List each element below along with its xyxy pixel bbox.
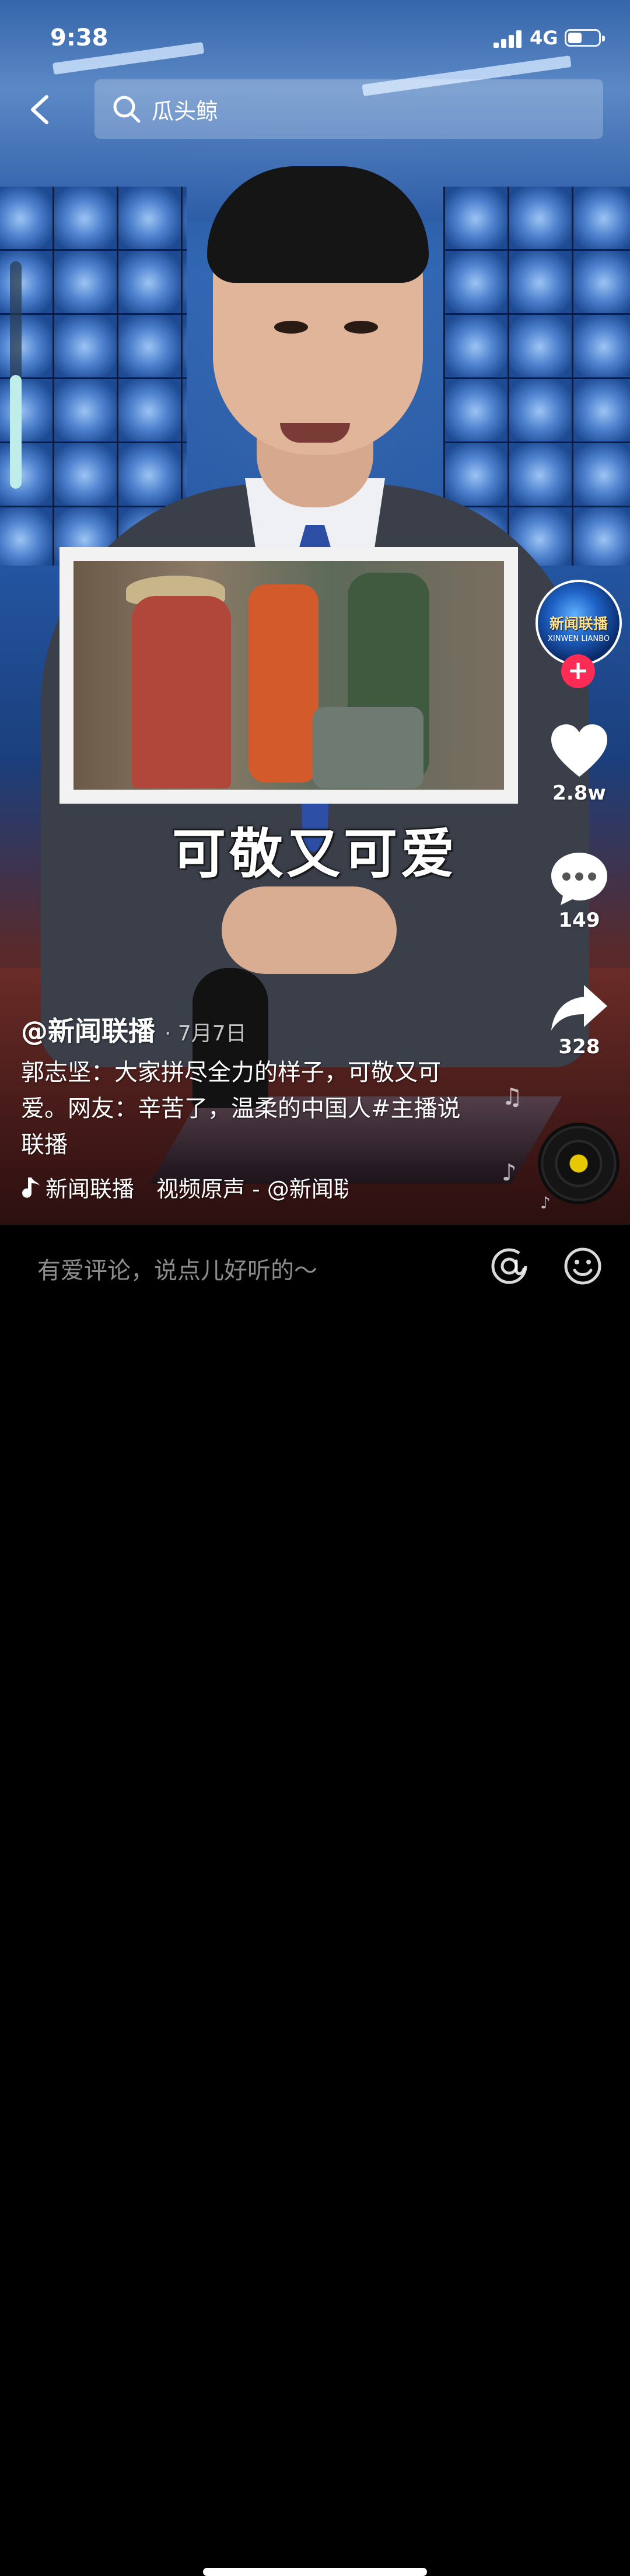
anchor-hands bbox=[222, 886, 397, 974]
avatar-logo-text: 新闻联播 bbox=[549, 615, 608, 632]
studio-screens-left bbox=[0, 187, 187, 566]
music-note-icon bbox=[21, 1176, 46, 1204]
battery-level bbox=[568, 33, 582, 43]
video-caption: 可敬又可爱 bbox=[172, 823, 458, 885]
comment-button[interactable]: 149 bbox=[541, 850, 617, 932]
author-avatar[interactable]: 新闻联播 XINWEN LIANBO bbox=[536, 580, 622, 666]
brightness-slider[interactable] bbox=[10, 261, 22, 489]
share-icon bbox=[551, 985, 607, 1031]
search-bar[interactable]: 瓜头鲸 bbox=[94, 79, 603, 139]
slider-fill bbox=[10, 375, 22, 489]
avatar-logo-subtext: XINWEN LIANBO bbox=[547, 635, 610, 643]
post-date: · 7月7日 bbox=[164, 1022, 247, 1046]
search-query: 瓜头鲸 bbox=[152, 99, 219, 124]
music-text: 新闻联播 视频原声 - @新闻联播 bbox=[46, 1176, 348, 1202]
at-icon[interactable] bbox=[489, 1246, 530, 1287]
music-disc[interactable] bbox=[538, 1123, 620, 1204]
like-count: 2.8w bbox=[552, 781, 606, 805]
back-button[interactable] bbox=[24, 92, 57, 127]
home-indicator[interactable] bbox=[203, 2568, 427, 2576]
follow-button[interactable]: + bbox=[561, 654, 595, 688]
network-type: 4G bbox=[530, 27, 558, 49]
music-info[interactable]: 新闻联播 视频原声 - @新闻联播 bbox=[21, 1171, 348, 1204]
battery-icon bbox=[565, 29, 605, 47]
anchor-eye bbox=[274, 321, 308, 334]
signal-icon bbox=[494, 30, 523, 48]
status-bar: 9:38 4G bbox=[0, 0, 630, 76]
rescuer-figure bbox=[249, 584, 318, 783]
soldier-figure bbox=[313, 707, 424, 788]
search-icon bbox=[113, 96, 141, 123]
author-name[interactable]: @新闻联播 · 7月7日 bbox=[21, 1010, 247, 1049]
worker-figure bbox=[132, 596, 231, 788]
author-handle[interactable]: @新闻联播 bbox=[21, 1015, 155, 1047]
rescue-workers-photo bbox=[74, 561, 504, 790]
floating-note-icon: ♪ bbox=[540, 1193, 551, 1212]
comment-bar: 有爱评论，说点儿好听的～ bbox=[0, 1225, 630, 2576]
comment-count: 149 bbox=[558, 909, 600, 932]
floating-note-icon: ♫ bbox=[502, 1084, 523, 1110]
back-icon bbox=[31, 95, 48, 124]
comment-icon bbox=[551, 853, 607, 905]
comment-input[interactable]: 有爱评论，说点儿好听的～ bbox=[37, 1252, 317, 1285]
share-button[interactable]: 328 bbox=[541, 983, 617, 1059]
inset-photo-frame bbox=[60, 547, 518, 804]
video-description[interactable]: 郭志坚：大家拼尽全力的样子，可敬又可爱。网友：辛苦了，温柔的中国人#主播说联播 bbox=[21, 1054, 476, 1163]
floating-note-icon: ♪ bbox=[502, 1159, 517, 1186]
anchor-eye bbox=[344, 321, 378, 334]
anchor-mouth bbox=[280, 423, 350, 443]
studio-screens-right bbox=[443, 187, 630, 566]
status-time: 9:38 bbox=[50, 24, 108, 51]
heart-icon bbox=[551, 724, 607, 777]
emoji-icon[interactable] bbox=[562, 1246, 603, 1287]
like-button[interactable]: 2.8w bbox=[541, 723, 617, 805]
share-count: 328 bbox=[558, 1035, 600, 1059]
